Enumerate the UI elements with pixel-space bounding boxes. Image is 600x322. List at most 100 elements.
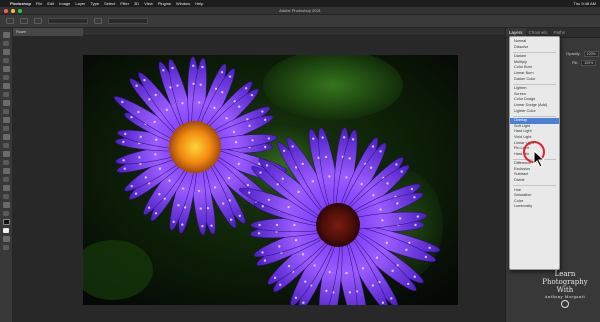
menu-type[interactable]: Type — [90, 0, 99, 7]
menu-separator — [513, 83, 556, 85]
menu-image[interactable]: Image — [59, 0, 70, 7]
water-droplet — [263, 118, 267, 122]
fill-row: Fill: 100% — [572, 59, 597, 66]
gradient-tool-icon[interactable] — [2, 134, 10, 140]
menu-select[interactable]: Select — [104, 0, 115, 7]
water-droplet — [225, 116, 228, 120]
water-droplet — [287, 205, 290, 209]
blend-mode-lighter-color[interactable]: Lighter Color — [510, 109, 559, 115]
opacity-input[interactable]: 100% — [583, 50, 599, 57]
water-droplet — [259, 171, 262, 174]
water-droplet — [199, 83, 202, 86]
menu-filter[interactable]: Filter — [120, 0, 129, 7]
history-brush-tool-icon[interactable] — [2, 117, 10, 123]
water-droplet — [293, 223, 296, 227]
crop-tool-icon[interactable] — [2, 66, 10, 72]
menu-help[interactable]: Help — [195, 0, 203, 7]
screen-mode-icon[interactable] — [3, 245, 9, 250]
water-droplet — [228, 199, 232, 202]
move-tool-icon[interactable] — [2, 32, 10, 38]
option-field[interactable] — [48, 18, 88, 24]
water-droplet — [250, 93, 254, 97]
option-toggle-icon[interactable] — [94, 18, 102, 24]
water-droplet — [143, 78, 146, 82]
brush-tool-icon[interactable] — [2, 100, 10, 106]
water-droplet — [391, 269, 394, 273]
pen-tool-icon[interactable] — [3, 160, 9, 165]
water-droplet — [265, 164, 269, 167]
water-droplet — [251, 139, 254, 142]
marquee-tool-icon[interactable] — [3, 41, 9, 46]
flower-center — [316, 203, 360, 247]
menu-layer[interactable]: Layer — [75, 0, 85, 7]
water-droplet — [197, 189, 201, 193]
blend-mode-divide[interactable]: Divide — [510, 178, 559, 184]
quick-select-tool-icon[interactable] — [3, 58, 9, 63]
minimize-window-button[interactable] — [11, 9, 15, 13]
blend-mode-luminosity[interactable]: Luminosity — [510, 204, 559, 210]
zoom-tool-icon[interactable] — [2, 202, 10, 208]
water-droplet — [238, 214, 241, 217]
clone-stamp-tool-icon[interactable] — [3, 109, 9, 114]
menu-separator — [513, 115, 556, 117]
watermark-line-3: With — [556, 286, 574, 294]
blend-mode-darker-color[interactable]: Darker Color — [510, 77, 559, 83]
fill-input[interactable]: 100% — [581, 59, 597, 66]
foreground-color-swatch[interactable] — [2, 219, 10, 225]
tools-panel — [0, 28, 13, 322]
shape-tool-icon[interactable] — [2, 185, 10, 191]
window-title: Adobe Photoshop 2021 — [279, 8, 321, 13]
option-toggle-icon[interactable] — [34, 18, 42, 24]
document-tab[interactable]: Flower — [13, 28, 83, 36]
watermark-line-4: Anthony Morganti — [544, 295, 586, 299]
water-droplet — [244, 87, 248, 90]
water-droplet — [201, 65, 204, 69]
water-droplet — [278, 245, 281, 248]
water-droplet — [158, 193, 161, 196]
water-droplet — [191, 64, 195, 67]
more-tools-icon[interactable] — [3, 211, 9, 216]
dodge-tool-icon[interactable] — [2, 151, 10, 157]
water-droplet — [267, 198, 271, 202]
flower-photo — [83, 55, 458, 305]
eyedropper-tool-icon[interactable] — [2, 83, 10, 89]
water-droplet — [281, 177, 285, 180]
water-droplet — [414, 223, 417, 227]
option-toggle-icon[interactable] — [20, 18, 28, 24]
close-window-button[interactable] — [4, 9, 8, 13]
path-select-tool-icon[interactable] — [3, 177, 9, 182]
water-droplet — [234, 141, 238, 144]
blend-mode-dissolve[interactable]: Dissolve — [510, 45, 559, 51]
menu-edit[interactable]: Edit — [47, 0, 54, 7]
menu-3d[interactable]: 3D — [134, 0, 139, 7]
healing-tool-icon[interactable] — [3, 92, 9, 97]
menu-file[interactable]: File — [36, 0, 42, 7]
menu-view[interactable]: View — [144, 0, 153, 7]
water-droplet — [294, 296, 298, 300]
menu-app-name[interactable]: Photoshop — [10, 0, 31, 7]
quick-mask-icon[interactable] — [2, 236, 10, 242]
flower-center — [169, 121, 221, 173]
menu-window[interactable]: Window — [176, 0, 190, 7]
menu-plugins[interactable]: Plugins — [158, 0, 171, 7]
type-tool-icon[interactable] — [2, 168, 10, 174]
water-droplet — [220, 71, 224, 74]
background-color-swatch[interactable] — [3, 228, 9, 233]
lasso-tool-icon[interactable] — [2, 49, 10, 55]
water-droplet — [154, 212, 158, 215]
water-droplet — [275, 223, 279, 227]
eraser-tool-icon[interactable] — [3, 126, 9, 131]
hand-tool-icon[interactable] — [3, 194, 9, 199]
option-field[interactable] — [108, 18, 148, 24]
window-title-bar: Adobe Photoshop 2021 — [0, 7, 600, 15]
frame-tool-icon[interactable] — [3, 75, 9, 80]
tool-preset-icon[interactable] — [6, 18, 14, 24]
water-droplet — [261, 205, 265, 208]
canvas-area[interactable] — [13, 36, 505, 322]
water-droplet — [122, 159, 125, 162]
water-droplet — [385, 241, 389, 244]
water-droplet — [181, 101, 184, 105]
water-droplet — [342, 136, 346, 139]
blur-tool-icon[interactable] — [3, 143, 9, 148]
zoom-window-button[interactable] — [18, 9, 22, 13]
